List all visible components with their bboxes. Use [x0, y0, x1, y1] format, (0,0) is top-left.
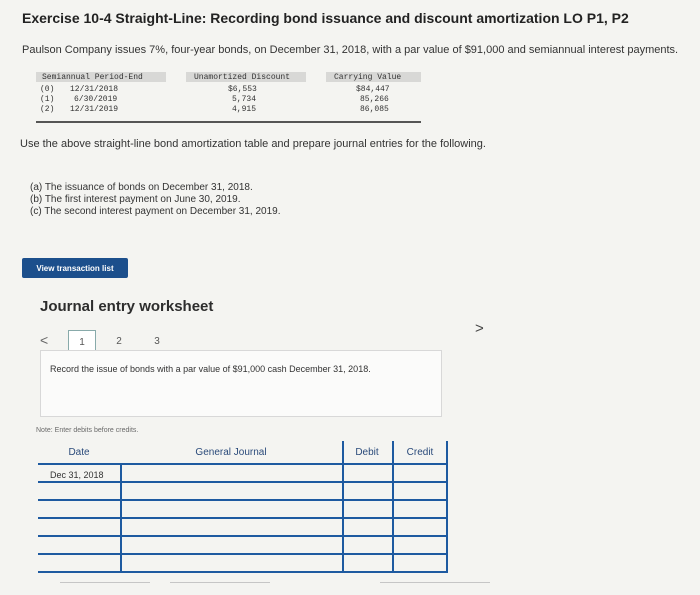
- col-header-period: Semiannual Period-End: [42, 73, 143, 82]
- entry-date[interactable]: Dec 31, 2018: [50, 470, 104, 480]
- grid-line: [38, 463, 448, 465]
- period-date: 12/31/2019: [70, 105, 119, 114]
- grid-line: [446, 441, 448, 573]
- grid-line: [342, 441, 344, 573]
- prev-arrow-icon[interactable]: <: [40, 332, 48, 348]
- next-arrow-icon[interactable]: >: [475, 320, 484, 337]
- tab-2[interactable]: 2: [106, 330, 132, 352]
- unamortized-discount: 4,915: [232, 105, 257, 114]
- footer-divider: [60, 582, 150, 583]
- part-a: (a) The issuance of bonds on December 31…: [30, 182, 253, 193]
- grid-line: [38, 553, 448, 555]
- part-c: (c) The second interest payment on Decem…: [30, 206, 281, 217]
- prompt-text: Record the issue of bonds with a par val…: [50, 364, 371, 374]
- period-index: (2): [40, 105, 55, 114]
- grid-line: [392, 441, 394, 573]
- grid-line: [38, 517, 448, 519]
- carrying-value: 86,085: [360, 105, 389, 114]
- col-header-carrying: Carrying Value: [334, 73, 402, 82]
- prompt-panel: [40, 350, 442, 417]
- worksheet-title: Journal entry worksheet: [40, 298, 214, 315]
- footer-divider: [170, 582, 270, 583]
- view-transaction-list-button[interactable]: View transaction list: [22, 258, 128, 278]
- exercise-title: Exercise 10-4 Straight-Line: Recording b…: [22, 10, 629, 26]
- grid-line: [38, 535, 448, 537]
- col-header-general-journal: General Journal: [195, 446, 267, 458]
- period-date: 6/30/2019: [74, 95, 118, 104]
- grid-line: [38, 571, 448, 573]
- table-bottom-rule: [36, 121, 421, 123]
- amortization-table: Semiannual Period-End Unamortized Discou…: [36, 72, 421, 123]
- unamortized-discount: 5,734: [232, 95, 257, 104]
- col-header-debit: Debit: [355, 446, 379, 458]
- part-b: (b) The first interest payment on June 3…: [30, 194, 241, 205]
- grid-line: [38, 499, 448, 501]
- unamortized-discount: $6,553: [228, 85, 257, 94]
- col-header-credit: Credit: [406, 446, 434, 458]
- grid-line: [120, 463, 122, 573]
- problem-intro: Paulson Company issues 7%, four-year bon…: [22, 44, 679, 56]
- col-header-date: Date: [68, 446, 90, 458]
- instructions: Use the above straight-line bond amortiz…: [20, 138, 486, 150]
- grid-line: [38, 481, 448, 483]
- note-text: Note: Enter debits before credits.: [36, 427, 139, 434]
- period-date: 12/31/2018: [70, 85, 119, 94]
- carrying-value: 85,266: [360, 95, 389, 104]
- carrying-value: $84,447: [356, 85, 390, 94]
- period-index: (1): [40, 95, 55, 104]
- footer-divider: [380, 582, 490, 583]
- col-header-discount: Unamortized Discount: [194, 73, 291, 82]
- tab-3[interactable]: 3: [144, 330, 170, 352]
- parts-list: (a) The issuance of bonds on December 31…: [30, 182, 281, 218]
- journal-table: Date General Journal Debit Credit Dec 31…: [38, 441, 448, 577]
- period-index: (0): [40, 85, 55, 94]
